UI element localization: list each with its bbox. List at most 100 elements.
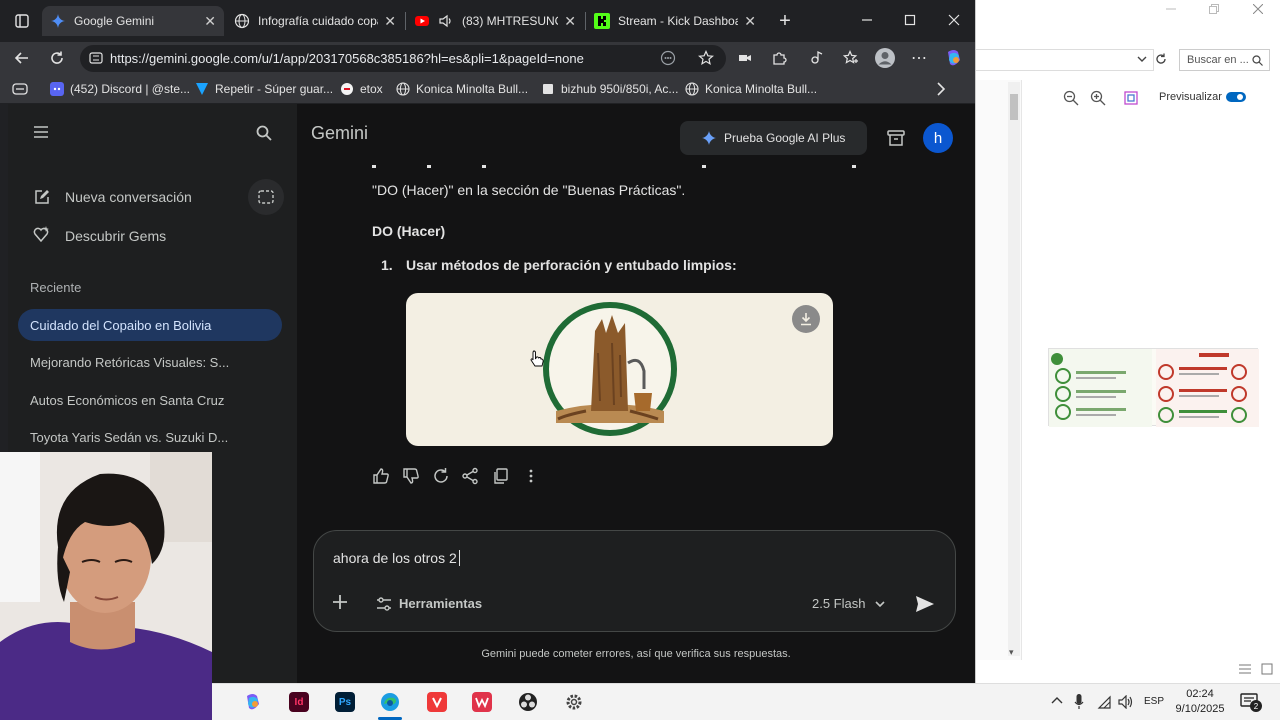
- prompt-input[interactable]: ahora de los otros 2: [333, 550, 460, 566]
- tab-youtube[interactable]: (83) MHTRESUNO & ✕: [406, 6, 584, 36]
- more-menu-icon[interactable]: ⋯: [907, 46, 931, 70]
- zoom-in-icon[interactable]: [1090, 90, 1106, 106]
- recent-chat-toyota[interactable]: Toyota Yaris Sedán vs. Suzuki D...: [18, 421, 282, 453]
- bookmark-konica-1[interactable]: Konica Minolta Bull...: [396, 81, 528, 97]
- model-selector[interactable]: 2.5 Flash: [812, 596, 886, 611]
- minimize-icon[interactable]: [855, 8, 879, 32]
- close-window-icon[interactable]: [942, 8, 966, 32]
- share-icon[interactable]: [461, 467, 481, 487]
- scroll-down-icon[interactable]: ▾: [1009, 647, 1014, 658]
- close-tab-icon[interactable]: ✕: [384, 13, 396, 30]
- add-attachment-icon[interactable]: [332, 594, 348, 610]
- upgrade-plus-button[interactable]: Prueba Google AI Plus: [680, 121, 867, 155]
- clock[interactable]: 02:24 9/10/2025: [1170, 687, 1230, 717]
- new-chat-button[interactable]: Nueva conversación: [65, 189, 192, 205]
- bookmark-repetir[interactable]: Repetir - Súper guar...: [195, 81, 333, 97]
- close-tab-icon[interactable]: ✕: [744, 13, 756, 30]
- generated-image-card[interactable]: [406, 293, 833, 446]
- search-placeholder: Buscar en ...: [1187, 54, 1249, 66]
- tools-button[interactable]: Herramientas: [376, 596, 482, 611]
- extensions-puzzle-icon[interactable]: [767, 46, 791, 70]
- photoshop-app-icon[interactable]: Ps: [335, 692, 355, 712]
- tab-label: Infografía cuidado copai: [258, 14, 379, 28]
- avatar[interactable]: h: [923, 123, 953, 153]
- settings-gear-icon[interactable]: [564, 692, 584, 712]
- reading-mode-icon[interactable]: [660, 50, 676, 66]
- recent-chat-copaibo[interactable]: Cuidado del Copaibo en Bolivia: [18, 309, 282, 341]
- scrollbar-thumb[interactable]: [1010, 94, 1018, 120]
- tab-actions-icon[interactable]: [10, 9, 34, 33]
- extension-video-icon[interactable]: [733, 46, 757, 70]
- address-bar[interactable]: https://gemini.google.com/u/1/app/203170…: [80, 45, 726, 72]
- chevron-down-icon[interactable]: [1137, 55, 1147, 63]
- indesign-app-icon[interactable]: Id: [289, 692, 309, 712]
- globe-icon: [685, 82, 699, 96]
- upgrade-label: Prueba Google AI Plus: [724, 131, 846, 145]
- restore-icon[interactable]: [1209, 4, 1219, 14]
- copy-icon[interactable]: [492, 467, 512, 487]
- bookmark-etox[interactable]: etox: [340, 81, 383, 97]
- wifi-icon[interactable]: [1097, 695, 1111, 709]
- regenerate-icon[interactable]: [432, 467, 452, 487]
- obs-app-icon[interactable]: [518, 692, 538, 712]
- edit-icon[interactable]: [34, 189, 50, 205]
- bookmark-discord[interactable]: (452) Discord | @ste...: [50, 81, 190, 97]
- address-field[interactable]: [976, 49, 1154, 71]
- more-options-icon[interactable]: [522, 467, 542, 487]
- sparkle-icon: [702, 131, 716, 145]
- wps-app-icon[interactable]: [472, 692, 492, 712]
- profile-icon[interactable]: [873, 46, 897, 70]
- chevron-up-icon[interactable]: [1051, 696, 1063, 704]
- thumbs-down-icon[interactable]: [402, 467, 422, 487]
- recent-chat-retoricas[interactable]: Mejorando Retóricas Visuales: S...: [18, 346, 282, 378]
- reload-icon[interactable]: [45, 46, 69, 70]
- read-aloud-icon[interactable]: [805, 46, 829, 70]
- sidebar-toggle-icon[interactable]: [12, 81, 28, 97]
- prompt-input-box[interactable]: ahora de los otros 2 Herramientas 2.5 Fl…: [313, 530, 956, 632]
- tab-google-gemini[interactable]: Google Gemini ✕: [42, 6, 224, 36]
- back-icon[interactable]: [10, 46, 34, 70]
- temporary-chat-icon[interactable]: [248, 179, 284, 215]
- copilot-icon[interactable]: [942, 46, 966, 70]
- menu-icon[interactable]: [33, 125, 49, 139]
- minimize-icon[interactable]: [1166, 4, 1176, 14]
- discover-gems-link[interactable]: Descubrir Gems: [65, 228, 166, 244]
- chevron-right-icon[interactable]: [936, 81, 946, 97]
- details-view-icon[interactable]: [1238, 663, 1252, 675]
- preview-toggle[interactable]: [1226, 92, 1246, 102]
- maximize-icon[interactable]: [898, 8, 922, 32]
- edge-app-icon[interactable]: [380, 692, 400, 712]
- favorites-icon[interactable]: [839, 46, 863, 70]
- recent-chat-autos[interactable]: Autos Económicos en Santa Cruz: [18, 384, 282, 416]
- notification-icon[interactable]: 2: [1240, 693, 1262, 712]
- scrollbar[interactable]: [1008, 82, 1020, 656]
- close-tab-icon[interactable]: ✕: [204, 13, 216, 30]
- thumbnail-view-icon[interactable]: [1261, 663, 1273, 675]
- tab-infografia[interactable]: Infografía cuidado copai ✕: [226, 6, 404, 36]
- archive-icon[interactable]: [887, 130, 905, 146]
- infographic-thumbnail[interactable]: [1048, 348, 1259, 427]
- download-icon[interactable]: [792, 305, 820, 333]
- vivaldi-app-icon[interactable]: [427, 692, 447, 712]
- send-icon[interactable]: [915, 595, 935, 613]
- tab-kick-dashboard[interactable]: Stream - Kick Dashboard ✕: [586, 6, 764, 36]
- bookmark-bizhub[interactable]: bizhub 950i/850i, Ac...: [541, 81, 678, 97]
- zoom-out-icon[interactable]: [1063, 90, 1079, 106]
- fit-page-icon[interactable]: [1123, 90, 1139, 106]
- new-tab-icon[interactable]: +: [773, 9, 797, 33]
- thumbs-up-icon[interactable]: [372, 467, 392, 487]
- search-field[interactable]: Buscar en ...: [1179, 49, 1270, 71]
- site-info-icon[interactable]: [89, 51, 103, 65]
- microphone-icon[interactable]: [1074, 694, 1084, 710]
- language-indicator[interactable]: ESP: [1144, 696, 1164, 707]
- copilot-app-icon[interactable]: [243, 692, 263, 712]
- speaker-icon[interactable]: [438, 13, 454, 29]
- close-tab-icon[interactable]: ✕: [564, 13, 576, 30]
- favorite-star-icon[interactable]: [698, 50, 714, 66]
- repeat-icon: [195, 82, 209, 96]
- close-window-icon[interactable]: [1253, 4, 1263, 14]
- volume-icon[interactable]: [1118, 695, 1134, 709]
- bookmark-konica-2[interactable]: Konica Minolta Bull...: [685, 81, 817, 97]
- search-icon[interactable]: [256, 125, 272, 141]
- refresh-icon[interactable]: [1155, 53, 1167, 65]
